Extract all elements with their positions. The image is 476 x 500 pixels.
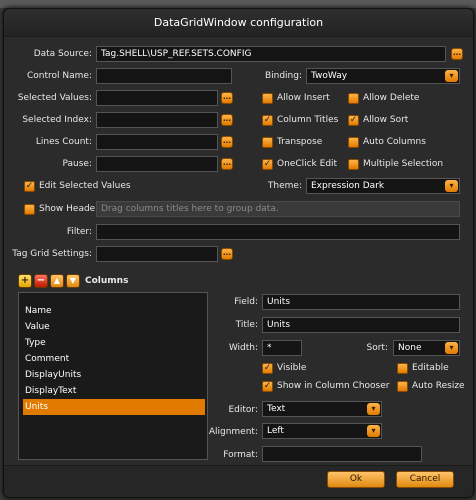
- tag-grid-settings-input[interactable]: [96, 246, 218, 262]
- edit-selected-values-checkbox[interactable]: ✓: [24, 181, 35, 192]
- field-input[interactable]: Units: [262, 294, 460, 310]
- editor-value: Text: [267, 404, 286, 414]
- selected-index-browse-button[interactable]: …: [221, 114, 233, 126]
- show-in-chooser-label: Show in Column Chooser: [277, 381, 390, 391]
- auto-resize-checkbox[interactable]: [397, 381, 408, 392]
- config-window: DataGridWindow configuration Data Source…: [3, 8, 474, 498]
- allow-delete-checkbox[interactable]: [348, 93, 359, 104]
- editor-label: Editor:: [228, 405, 258, 415]
- oneclick-edit-label: OneClick Edit: [277, 159, 338, 169]
- selected-index-label: Selected Index:: [22, 115, 92, 125]
- editor-select[interactable]: Text ▾: [262, 401, 382, 417]
- list-item[interactable]: DisplayUnits: [23, 367, 205, 383]
- sort-select[interactable]: None ▾: [393, 340, 460, 356]
- theme-select[interactable]: Expression Dark ▾: [306, 178, 460, 194]
- title-input[interactable]: Units: [262, 317, 460, 333]
- alignment-select[interactable]: Left ▾: [262, 423, 382, 439]
- data-source-input[interactable]: Tag.SHELL\USP_REF.SETS.CONFIG: [96, 46, 446, 62]
- field-label: Field:: [234, 297, 258, 307]
- multiple-selection-label: Multiple Selection: [363, 159, 444, 169]
- allow-insert-checkbox[interactable]: [262, 93, 273, 104]
- move-down-button[interactable]: ▼: [66, 274, 80, 288]
- chevron-down-icon: ▾: [367, 425, 380, 437]
- columns-list[interactable]: Name Value Type Comment DisplayUnits Dis…: [18, 292, 208, 460]
- binding-label: Binding:: [264, 71, 302, 81]
- editable-label: Editable: [412, 363, 449, 373]
- allow-delete-label: Allow Delete: [363, 93, 420, 103]
- tag-grid-settings-browse-button[interactable]: …: [221, 248, 233, 260]
- visible-checkbox[interactable]: ✓: [262, 363, 273, 374]
- theme-value: Expression Dark: [311, 181, 385, 191]
- format-label: Format:: [223, 450, 258, 460]
- auto-resize-label: Auto Resize: [412, 381, 465, 391]
- move-up-button[interactable]: ▲: [50, 274, 64, 288]
- add-column-button[interactable]: +: [18, 274, 32, 288]
- show-in-chooser-checkbox[interactable]: ✓: [262, 381, 273, 392]
- list-item-selected[interactable]: Units: [23, 399, 205, 415]
- pause-browse-button[interactable]: …: [221, 158, 233, 170]
- allow-insert-label: Allow Insert: [277, 93, 330, 103]
- oneclick-edit-checkbox[interactable]: ✓: [262, 159, 273, 170]
- remove-column-button[interactable]: −: [34, 274, 48, 288]
- format-input[interactable]: [262, 446, 422, 462]
- binding-select[interactable]: TwoWay ▾: [306, 68, 460, 84]
- lines-count-label: Lines Count:: [35, 137, 92, 147]
- multiple-selection-checkbox[interactable]: [348, 159, 359, 170]
- filter-label: Filter:: [66, 227, 92, 237]
- selected-values-input[interactable]: [96, 90, 218, 106]
- window-title: DataGridWindow configuration: [4, 9, 473, 37]
- show-header-checkbox[interactable]: [24, 204, 35, 215]
- alignment-label: Alignment:: [208, 427, 258, 437]
- allow-sort-label: Allow Sort: [363, 115, 409, 125]
- list-item[interactable]: Type: [23, 335, 205, 351]
- control-name-label: Control Name:: [27, 71, 92, 81]
- cancel-button[interactable]: Cancel: [396, 471, 454, 488]
- transpose-label: Transpose: [277, 137, 323, 147]
- ok-button[interactable]: Ok: [327, 471, 385, 488]
- selected-index-input[interactable]: [96, 112, 218, 128]
- title-label: Title:: [235, 320, 258, 330]
- lines-count-browse-button[interactable]: …: [221, 136, 233, 148]
- tag-grid-settings-label: Tag Grid Settings:: [12, 249, 92, 259]
- edit-selected-values-label: Edit Selected Values: [39, 181, 131, 191]
- binding-value: TwoWay: [311, 71, 348, 81]
- width-input[interactable]: *: [262, 340, 302, 356]
- column-titles-label: Column Titles: [277, 115, 339, 125]
- transpose-checkbox[interactable]: [262, 137, 273, 148]
- chevron-down-icon: ▾: [445, 180, 458, 192]
- column-titles-checkbox[interactable]: ✓: [262, 115, 273, 126]
- list-item[interactable]: DisplayText: [23, 383, 205, 399]
- filter-input[interactable]: [96, 224, 460, 240]
- selected-values-label: Selected Values:: [17, 93, 92, 103]
- visible-label: Visible: [277, 363, 307, 373]
- lines-count-input[interactable]: [96, 134, 218, 150]
- chevron-down-icon: ▾: [445, 342, 458, 354]
- sort-label: Sort:: [366, 343, 388, 353]
- sort-value: None: [398, 343, 422, 353]
- auto-columns-checkbox[interactable]: [348, 137, 359, 148]
- header-group-area[interactable]: Drag columns titles here to group data.: [96, 201, 460, 217]
- list-item[interactable]: Value: [23, 319, 205, 335]
- show-header-label: Show Header:: [39, 204, 102, 214]
- theme-label: Theme:: [267, 181, 302, 191]
- allow-sort-checkbox[interactable]: ✓: [348, 115, 359, 126]
- chevron-down-icon: ▾: [445, 70, 458, 82]
- selected-values-browse-button[interactable]: …: [221, 92, 233, 104]
- width-label: Width:: [228, 343, 258, 353]
- list-item[interactable]: Comment: [23, 351, 205, 367]
- editable-checkbox[interactable]: [397, 363, 408, 374]
- background-strip: [0, 0, 476, 8]
- control-name-input[interactable]: [96, 68, 232, 84]
- auto-columns-label: Auto Columns: [363, 137, 426, 147]
- pause-label: Pause:: [62, 159, 92, 169]
- chevron-down-icon: ▾: [367, 403, 380, 415]
- columns-title: Columns: [85, 276, 129, 286]
- pause-input[interactable]: [96, 156, 218, 172]
- data-source-browse-button[interactable]: …: [451, 48, 463, 60]
- list-item[interactable]: Name: [23, 303, 205, 319]
- alignment-value: Left: [267, 426, 284, 436]
- data-source-label: Data Source:: [33, 49, 92, 59]
